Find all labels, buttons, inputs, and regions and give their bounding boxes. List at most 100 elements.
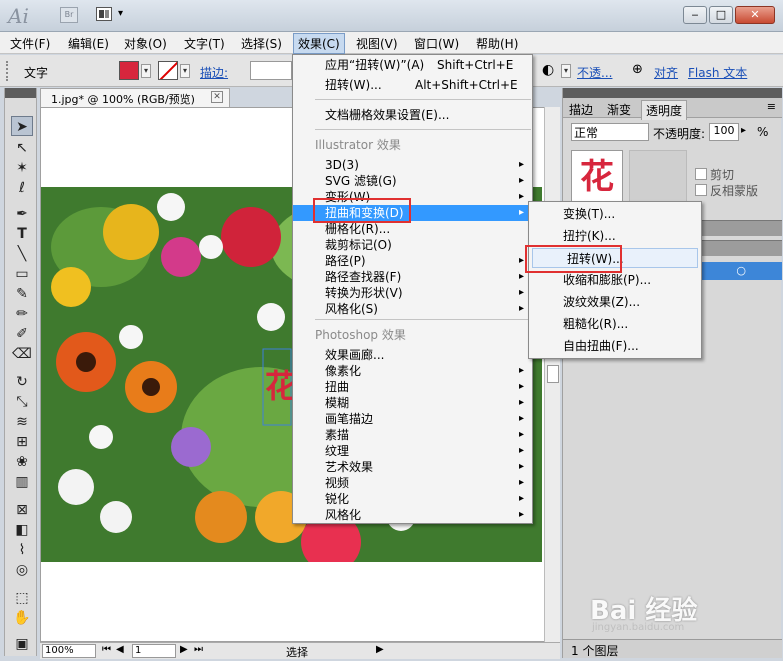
- mask-thumbnail[interactable]: [629, 150, 687, 202]
- tab-stroke[interactable]: 描边: [565, 100, 597, 119]
- zoom-field[interactable]: 100%: [42, 644, 96, 658]
- illustrator-effect-item-6[interactable]: 路径(P): [293, 253, 532, 269]
- type-tool-icon[interactable]: T: [11, 224, 33, 244]
- status-mode[interactable]: 选择: [286, 644, 308, 660]
- opacity-link[interactable]: 不透...: [577, 64, 612, 81]
- column-graph-tool-icon[interactable]: ▥: [11, 472, 33, 492]
- photoshop-effect-item-0[interactable]: 效果画廊...: [293, 347, 532, 363]
- invert-mask-checkbox[interactable]: 反相蒙版: [695, 182, 758, 199]
- blend-tool-icon[interactable]: ◎: [11, 560, 33, 580]
- submenu-item-5[interactable]: 粗糙化(R)...: [529, 314, 701, 334]
- submenu-item-6[interactable]: 自由扭曲(F)...: [529, 336, 701, 356]
- vertical-scrollbar[interactable]: [544, 107, 560, 642]
- symbol-sprayer-tool-icon[interactable]: ❀: [11, 452, 33, 472]
- selection-tool-icon[interactable]: ➤: [11, 116, 33, 136]
- submenu-item-4[interactable]: 波纹效果(Z)...: [529, 292, 701, 312]
- illustrator-effect-item-4[interactable]: 栅格化(R)...: [293, 221, 532, 237]
- scale-tool-icon[interactable]: ⤡: [11, 392, 33, 412]
- photoshop-effect-item-3[interactable]: 模糊: [293, 395, 532, 411]
- close-icon[interactable]: ✕: [211, 91, 223, 103]
- clip-checkbox[interactable]: 剪切: [695, 166, 734, 183]
- bridge-button[interactable]: Br: [60, 7, 78, 23]
- rectangle-tool-icon[interactable]: ▭: [11, 264, 33, 284]
- menu-object[interactable]: 对象(O): [124, 35, 167, 52]
- panel-dock-header[interactable]: [563, 88, 782, 98]
- tab-transparency[interactable]: 透明度: [641, 100, 688, 120]
- photoshop-effect-item-4[interactable]: 画笔描边: [293, 411, 532, 427]
- panel-menu-icon[interactable]: ≡: [767, 100, 776, 113]
- grip-handle[interactable]: [6, 61, 10, 81]
- page-field[interactable]: 1: [132, 644, 176, 658]
- submenu-item-0[interactable]: 变换(T)...: [529, 204, 701, 224]
- menu-view[interactable]: 视图(V): [356, 35, 398, 52]
- layer-target-icon[interactable]: ○: [736, 264, 746, 277]
- close-button[interactable]: ✕: [735, 6, 775, 24]
- warp-tool-icon[interactable]: ≋: [11, 412, 33, 432]
- pen-tool-icon[interactable]: ✒: [11, 204, 33, 224]
- screen-mode-icon[interactable]: ▣: [11, 634, 33, 654]
- photoshop-effect-item-8[interactable]: 视频: [293, 475, 532, 491]
- chevron-down-icon[interactable]: ▾: [118, 8, 123, 19]
- first-page-icon[interactable]: ⏮: [102, 644, 111, 655]
- hand-tool-icon[interactable]: ✋: [11, 608, 33, 628]
- submenu-item-1[interactable]: 扭拧(K)...: [529, 226, 701, 246]
- menu-window[interactable]: 窗口(W): [414, 35, 459, 52]
- menu-last-effect[interactable]: 扭转(W)... Alt+Shift+Ctrl+E: [293, 77, 532, 93]
- menu-edit[interactable]: 编辑(E): [68, 35, 109, 52]
- fill-dropdown-icon[interactable]: ▾: [141, 64, 151, 78]
- menu-raster-settings[interactable]: 文档栅格效果设置(E)...: [293, 107, 532, 123]
- magic-wand-tool-icon[interactable]: ✶: [11, 158, 33, 178]
- menu-apply-last-effect[interactable]: 应用“扭转(W)”(A) Shift+Ctrl+E: [293, 57, 532, 73]
- opacity-input[interactable]: 100: [709, 123, 739, 141]
- arrange-documents-icon[interactable]: [96, 7, 112, 21]
- photoshop-effect-item-6[interactable]: 纹理: [293, 443, 532, 459]
- minimize-button[interactable]: ‒: [683, 6, 707, 24]
- illustrator-effect-item-8[interactable]: 转换为形状(V): [293, 285, 532, 301]
- illustrator-effect-item-0[interactable]: 3D(3): [293, 157, 532, 173]
- lasso-tool-icon[interactable]: ℓ: [11, 178, 33, 198]
- illustrator-effect-item-1[interactable]: SVG 滤镜(G): [293, 173, 532, 189]
- submenu-item-3[interactable]: 收缩和膨胀(P)...: [529, 270, 701, 290]
- illustrator-effect-item-9[interactable]: 风格化(S): [293, 301, 532, 317]
- menu-help[interactable]: 帮助(H): [476, 35, 518, 52]
- opacity-dropdown-icon[interactable]: ▸: [741, 125, 746, 136]
- stroke-dropdown-icon[interactable]: ▾: [180, 64, 190, 78]
- blob-brush-tool-icon[interactable]: ✐: [11, 324, 33, 344]
- eyedropper-tool-icon[interactable]: ⌇: [11, 540, 33, 560]
- flash-text-link[interactable]: Flash 文本: [688, 64, 747, 81]
- illustrator-effect-item-5[interactable]: 裁剪标记(O): [293, 237, 532, 253]
- photoshop-effect-item-10[interactable]: 风格化: [293, 507, 532, 523]
- stroke-swatch[interactable]: [158, 61, 178, 80]
- photoshop-effect-item-5[interactable]: 素描: [293, 427, 532, 443]
- pencil-tool-icon[interactable]: ✏: [11, 304, 33, 324]
- menu-type[interactable]: 文字(T): [184, 35, 225, 52]
- blend-mode-select[interactable]: 正常: [571, 123, 649, 141]
- scroll-thumb[interactable]: [547, 365, 559, 383]
- stroke-link[interactable]: 描边:: [200, 64, 228, 81]
- toolbox-header[interactable]: [5, 88, 36, 98]
- menu-effect[interactable]: 效果(C): [293, 33, 345, 54]
- menu-select[interactable]: 选择(S): [241, 35, 282, 52]
- artboard-tool-icon[interactable]: ⬚: [11, 588, 33, 608]
- photoshop-effect-item-1[interactable]: 像素化: [293, 363, 532, 379]
- photoshop-effect-item-9[interactable]: 锐化: [293, 491, 532, 507]
- opacity-dropdown-icon[interactable]: ▾: [561, 64, 571, 78]
- line-tool-icon[interactable]: ╲: [11, 244, 33, 264]
- stroke-weight-field[interactable]: [250, 61, 292, 80]
- gradient-tool-icon[interactable]: ◧: [11, 520, 33, 540]
- menu-file[interactable]: 文件(F): [10, 35, 50, 52]
- status-arrow-icon[interactable]: ▶: [376, 644, 384, 655]
- photoshop-effect-item-2[interactable]: 扭曲: [293, 379, 532, 395]
- next-page-icon[interactable]: ▶: [180, 644, 188, 655]
- mesh-tool-icon[interactable]: ⊠: [11, 500, 33, 520]
- document-tab[interactable]: 1.jpg* @ 100% (RGB/预览) ✕: [40, 88, 230, 107]
- rotate-tool-icon[interactable]: ↻: [11, 372, 33, 392]
- fill-swatch[interactable]: [119, 61, 139, 80]
- tab-gradient[interactable]: 渐变: [603, 100, 635, 119]
- recolor-icon[interactable]: ⊕: [632, 62, 643, 77]
- paintbrush-tool-icon[interactable]: ✎: [11, 284, 33, 304]
- align-link[interactable]: 对齐: [654, 64, 678, 81]
- free-transform-tool-icon[interactable]: ⊞: [11, 432, 33, 452]
- maximize-button[interactable]: □: [709, 6, 733, 24]
- direct-selection-tool-icon[interactable]: ↖: [11, 138, 33, 158]
